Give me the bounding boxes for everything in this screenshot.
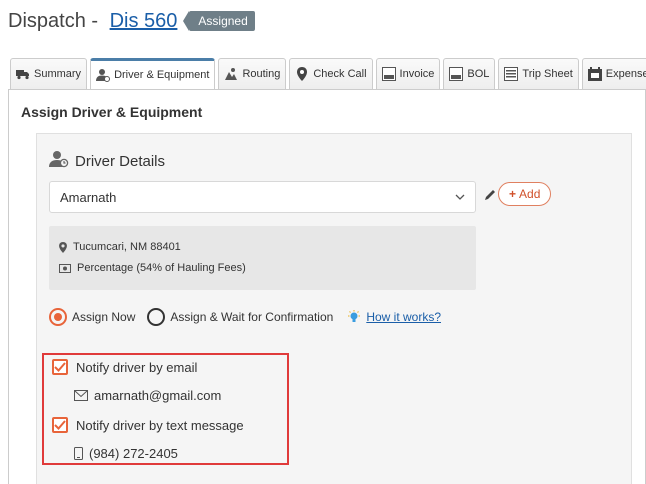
trip-sheet-icon (504, 67, 519, 81)
driver-details-title: Driver Details (75, 152, 166, 170)
checkmark-icon (54, 420, 66, 430)
routing-icon (224, 67, 238, 81)
tab-invoice[interactable]: Invoice (375, 58, 441, 90)
tab-label: Check Call (313, 68, 367, 80)
assign-options: Assign Now Assign & Wait for Confirmatio… (49, 308, 441, 326)
driver-pay-text: Percentage (54% of Hauling Fees) (77, 262, 246, 274)
driver-select-value: Amarnath (60, 189, 117, 205)
driver-email-text: amarnath@gmail.com (94, 388, 222, 403)
driver-details-heading: Driver Details (49, 150, 165, 172)
notify-email-label: Notify driver by email (76, 359, 198, 375)
tab-label: Driver & Equipment (114, 69, 210, 81)
invoice-icon (381, 67, 396, 81)
add-button-label: Add (519, 187, 541, 201)
phone-icon (74, 447, 83, 460)
section-title: Assign Driver & Equipment (21, 104, 203, 120)
bol-icon (449, 67, 464, 81)
map-pin-icon (295, 67, 309, 81)
checkmark-icon (54, 362, 66, 372)
page-title: Dispatch - Dis 560 (8, 10, 177, 33)
lightbulb-icon (348, 310, 361, 322)
tab-routing[interactable]: Routing (218, 58, 287, 90)
assign-wait-radio[interactable] (147, 308, 166, 326)
tab-driver-equipment[interactable]: Driver & Equipment (90, 58, 216, 90)
notify-email-checkbox[interactable] (52, 359, 68, 375)
driver-phone-text: (984) 272-2405 (89, 446, 178, 461)
add-driver-button[interactable]: + Add (498, 182, 552, 206)
driver-info-box: Tucumcari, NM 88401 Percentage (54% of H… (49, 226, 476, 290)
tab-label: Routing (242, 68, 281, 80)
expenses-icon (587, 67, 602, 81)
driver-icon (49, 150, 69, 172)
driver-location-text: Tucumcari, NM 88401 (73, 241, 181, 253)
notify-text-checkbox[interactable] (52, 417, 68, 433)
assign-now-radio[interactable] (49, 308, 67, 326)
driver-pay: Percentage (54% of Hauling Fees) (59, 262, 246, 274)
tab-bol[interactable]: BOL (443, 58, 496, 90)
driver-equipment-panel: Assign Driver & Equipment Driver Details… (8, 89, 646, 484)
plus-icon: + (509, 187, 517, 201)
driver-location: Tucumcari, NM 88401 (59, 241, 181, 253)
driver-icon (96, 68, 111, 82)
tab-label: Trip Sheet (522, 68, 573, 80)
tab-label: BOL (467, 68, 490, 80)
tab-summary[interactable]: Summary (10, 58, 88, 90)
tab-label: Summary (34, 68, 82, 80)
page-title-text: Dispatch - (8, 9, 104, 32)
tab-label: Expenses (605, 68, 646, 80)
tab-expenses[interactable]: Expenses (581, 58, 646, 90)
driver-details-card: Driver Details Amarnath + Add Tucumcari,… (36, 133, 632, 484)
driver-phone: (984) 272-2405 (74, 446, 178, 461)
truck-icon (16, 67, 30, 81)
page-header: Dispatch - Dis 560 Assigned (8, 7, 255, 35)
status-badge: Assigned (183, 11, 255, 31)
tab-check-call[interactable]: Check Call (289, 58, 373, 90)
pencil-icon[interactable] (483, 188, 497, 202)
notify-text-label: Notify driver by text message (76, 417, 244, 433)
dispatch-link[interactable]: Dis 560 (110, 10, 178, 32)
how-it-works-link[interactable]: How it works? (366, 310, 441, 324)
money-icon (59, 263, 71, 273)
map-pin-icon (59, 241, 67, 253)
assign-wait-label[interactable]: Assign & Wait for Confirmation (170, 310, 333, 324)
driver-email: amarnath@gmail.com (74, 388, 221, 403)
notify-text-option[interactable]: Notify driver by text message (52, 417, 244, 433)
notify-email-option[interactable]: Notify driver by email (52, 359, 197, 375)
notify-options-highlight: Notify driver by email amarnath@gmail.co… (42, 353, 289, 465)
chevron-down-icon (455, 194, 465, 200)
tab-bar: Summary Driver & Equipment Routing Check… (10, 58, 646, 90)
driver-select[interactable]: Amarnath (49, 181, 476, 213)
envelope-icon (74, 390, 88, 401)
assign-now-label[interactable]: Assign Now (72, 310, 135, 324)
tab-trip-sheet[interactable]: Trip Sheet (498, 58, 579, 90)
tab-label: Invoice (399, 68, 435, 80)
